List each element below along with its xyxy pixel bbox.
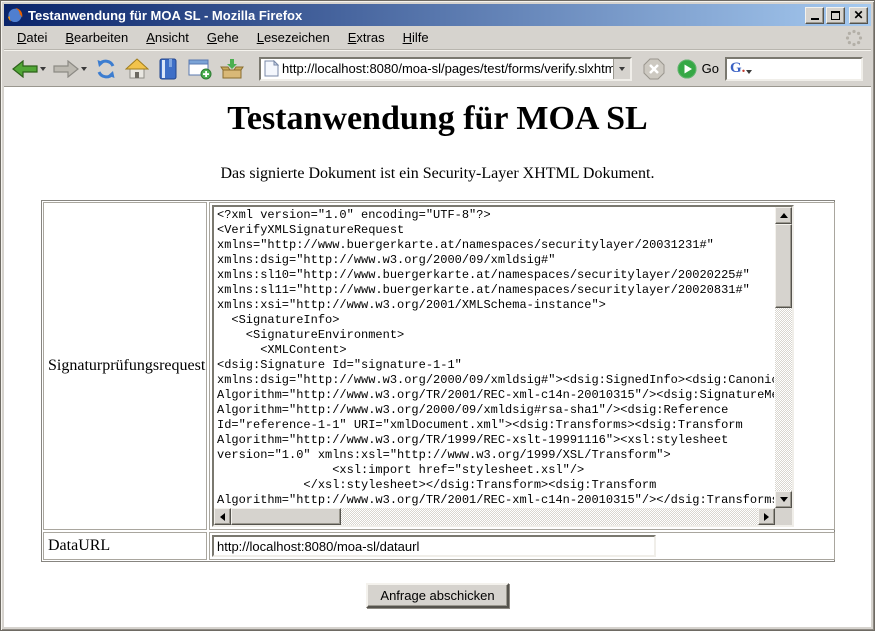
stop-button[interactable] bbox=[640, 55, 668, 83]
go-icon bbox=[677, 59, 697, 79]
menu-hilfe[interactable]: Hilfe bbox=[394, 27, 438, 48]
back-arrow-icon bbox=[12, 60, 38, 78]
scroll-left-button[interactable] bbox=[214, 508, 231, 525]
horizontal-scroll-thumb[interactable] bbox=[231, 508, 341, 525]
search-box: G. bbox=[725, 57, 863, 81]
arrow-up-icon bbox=[780, 213, 788, 218]
title-bar: Testanwendung für MOA SL - Mozilla Firef… bbox=[4, 4, 871, 26]
page-content: Testanwendung für MOA SL Das signierte D… bbox=[4, 86, 871, 627]
vertical-scroll-thumb[interactable] bbox=[775, 224, 792, 308]
request-cell: <?xml version="1.0" encoding="UTF-8"?> <… bbox=[209, 202, 835, 530]
reload-button[interactable] bbox=[92, 55, 120, 83]
back-button[interactable] bbox=[10, 58, 48, 80]
search-input[interactable] bbox=[752, 60, 861, 78]
maximize-icon bbox=[831, 11, 840, 20]
reload-icon bbox=[94, 57, 118, 81]
request-xml-text: <?xml version="1.0" encoding="UTF-8"?> <… bbox=[217, 208, 774, 507]
url-input[interactable] bbox=[279, 60, 613, 78]
go-button[interactable]: Go bbox=[677, 59, 719, 79]
request-textarea[interactable]: <?xml version="1.0" encoding="UTF-8"?> <… bbox=[212, 205, 794, 527]
browser-window: Testanwendung für MOA SL - Mozilla Firef… bbox=[0, 0, 875, 631]
url-dropdown-button[interactable] bbox=[613, 59, 630, 79]
stop-icon bbox=[642, 57, 666, 81]
scrollbar-corner bbox=[775, 508, 792, 525]
dataurl-label: DataURL bbox=[43, 532, 207, 560]
window-title: Testanwendung für MOA SL - Mozilla Firef… bbox=[28, 8, 803, 23]
forward-dropdown-icon[interactable] bbox=[81, 67, 87, 71]
vertical-scrollbar[interactable] bbox=[775, 207, 792, 508]
menu-bearbeiten[interactable]: Bearbeiten bbox=[56, 27, 137, 48]
forward-arrow-icon bbox=[53, 60, 79, 78]
scroll-down-button[interactable] bbox=[775, 491, 792, 508]
arrow-right-icon bbox=[764, 513, 769, 521]
arrow-down-icon bbox=[780, 497, 788, 502]
scroll-up-button[interactable] bbox=[775, 207, 792, 224]
scroll-right-button[interactable] bbox=[758, 508, 775, 525]
horizontal-scrollbar[interactable] bbox=[214, 508, 775, 525]
dataurl-input[interactable] bbox=[212, 535, 656, 557]
verify-form-table: Signaturprüfungsrequest <?xml version="1… bbox=[41, 200, 835, 562]
url-bar bbox=[259, 57, 632, 81]
throbber-icon bbox=[845, 29, 863, 47]
menu-datei[interactable]: Datei bbox=[8, 27, 56, 48]
minimize-icon bbox=[811, 18, 819, 20]
maximize-button[interactable] bbox=[826, 7, 845, 24]
close-icon: ✕ bbox=[853, 10, 863, 20]
page-icon bbox=[264, 60, 279, 77]
home-icon bbox=[125, 57, 149, 81]
url-dropdown-icon bbox=[619, 67, 625, 71]
downloads-button[interactable] bbox=[218, 55, 246, 83]
go-label: Go bbox=[702, 61, 719, 76]
minimize-button[interactable] bbox=[805, 7, 824, 24]
download-box-icon bbox=[220, 57, 244, 81]
page-title: Testanwendung für MOA SL bbox=[4, 100, 871, 138]
google-g-icon[interactable]: G. bbox=[730, 60, 745, 77]
close-button[interactable]: ✕ bbox=[849, 7, 868, 24]
bookmarks-button[interactable] bbox=[154, 55, 182, 83]
menu-ansicht[interactable]: Ansicht bbox=[137, 27, 198, 48]
bookmarks-book-icon bbox=[156, 57, 180, 81]
page-intro: Das signierte Dokument ist ein Security-… bbox=[4, 165, 871, 183]
navigation-toolbar: Go G. bbox=[4, 50, 871, 86]
forward-button[interactable] bbox=[51, 58, 89, 80]
dataurl-cell bbox=[209, 532, 835, 560]
menu-gehe[interactable]: Gehe bbox=[198, 27, 248, 48]
menu-bar: Datei Bearbeiten Ansicht Gehe Lesezeiche… bbox=[4, 26, 871, 50]
home-button[interactable] bbox=[123, 55, 151, 83]
menu-extras[interactable]: Extras bbox=[339, 27, 394, 48]
firefox-icon bbox=[7, 7, 23, 23]
menu-lesezeichen[interactable]: Lesezeichen bbox=[248, 27, 339, 48]
new-window-button[interactable] bbox=[185, 55, 215, 83]
request-label: Signaturprüfungsrequest bbox=[43, 202, 207, 530]
submit-button[interactable]: Anfrage abschicken bbox=[366, 583, 508, 608]
arrow-left-icon bbox=[220, 513, 225, 521]
new-window-icon bbox=[187, 57, 213, 81]
submit-row: Anfrage abschicken bbox=[4, 583, 871, 608]
back-dropdown-icon[interactable] bbox=[40, 67, 46, 71]
